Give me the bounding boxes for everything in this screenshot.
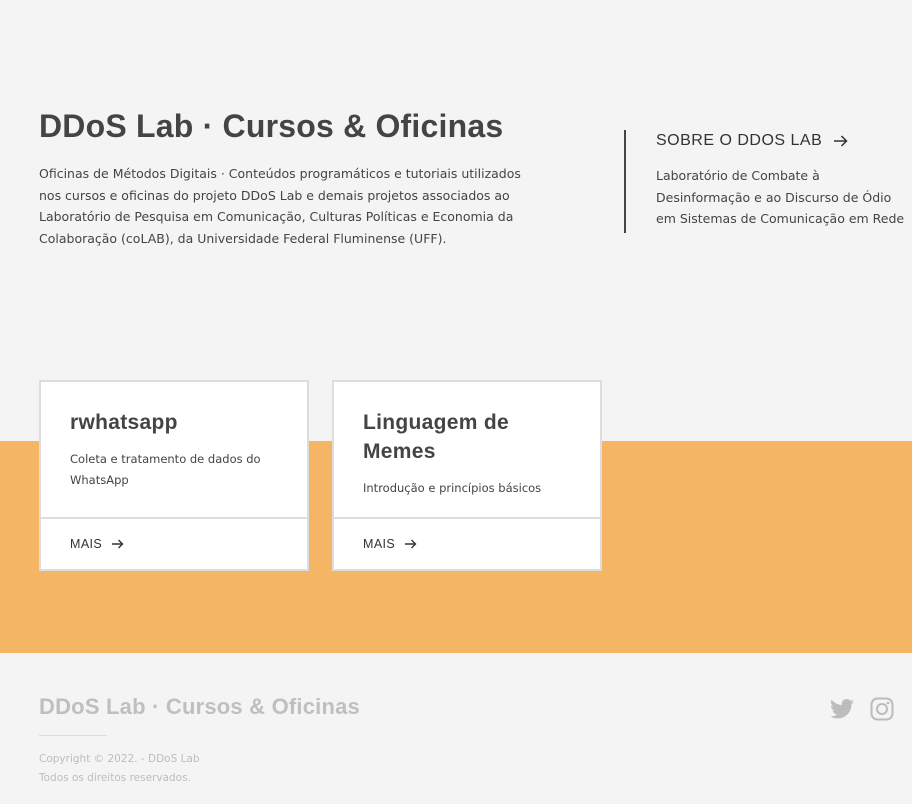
arrow-right-icon xyxy=(405,539,417,549)
instagram-icon[interactable] xyxy=(870,697,894,721)
more-label: MAIS xyxy=(363,537,396,551)
social-links xyxy=(830,697,894,721)
course-card-body: Linguagem de Memes Introdução e princípi… xyxy=(334,382,600,519)
more-button[interactable]: MAIS xyxy=(70,537,124,551)
arrow-right-icon xyxy=(834,135,848,147)
about-description: Laboratório de Combate à Desinformação e… xyxy=(656,168,905,227)
more-button[interactable]: MAIS xyxy=(363,537,417,551)
rights-text: Todos os direitos reservados. xyxy=(39,772,191,784)
course-card-footer: MAIS xyxy=(334,519,600,569)
twitter-icon[interactable] xyxy=(830,699,854,719)
copyright-text: Copyright © 2022. - DDoS Lab xyxy=(39,753,200,765)
arrow-right-icon xyxy=(112,539,124,549)
course-description: Coleta e tratamento de dados do WhatsApp xyxy=(70,452,261,487)
about-link[interactable]: SOBRE O DDOS LAB xyxy=(656,132,912,150)
footer-title[interactable]: DDoS Lab · Cursos & Oficinas xyxy=(39,694,360,720)
footer-copyright: Copyright © 2022. - DDoS Lab Todos os di… xyxy=(39,750,200,788)
page-description: Oficinas de Métodos Digitais · Conteúdos… xyxy=(39,166,521,247)
course-title[interactable]: rwhatsapp xyxy=(70,408,278,437)
page-title: DDoS Lab · Cursos & Oficinas xyxy=(39,108,504,144)
course-card: rwhatsapp Coleta e tratamento de dados d… xyxy=(39,380,309,571)
course-card-footer: MAIS xyxy=(41,519,307,569)
course-card-body: rwhatsapp Coleta e tratamento de dados d… xyxy=(41,382,307,519)
course-card: Linguagem de Memes Introdução e princípi… xyxy=(332,380,602,571)
more-label: MAIS xyxy=(70,537,103,551)
about-panel: SOBRE O DDOS LAB Laboratório de Combate … xyxy=(624,130,912,233)
course-title[interactable]: Linguagem de Memes xyxy=(363,408,533,466)
about-link-label: SOBRE O DDOS LAB xyxy=(656,132,823,149)
course-description: Introdução e princípios básicos xyxy=(363,481,542,495)
footer-divider xyxy=(39,735,107,736)
